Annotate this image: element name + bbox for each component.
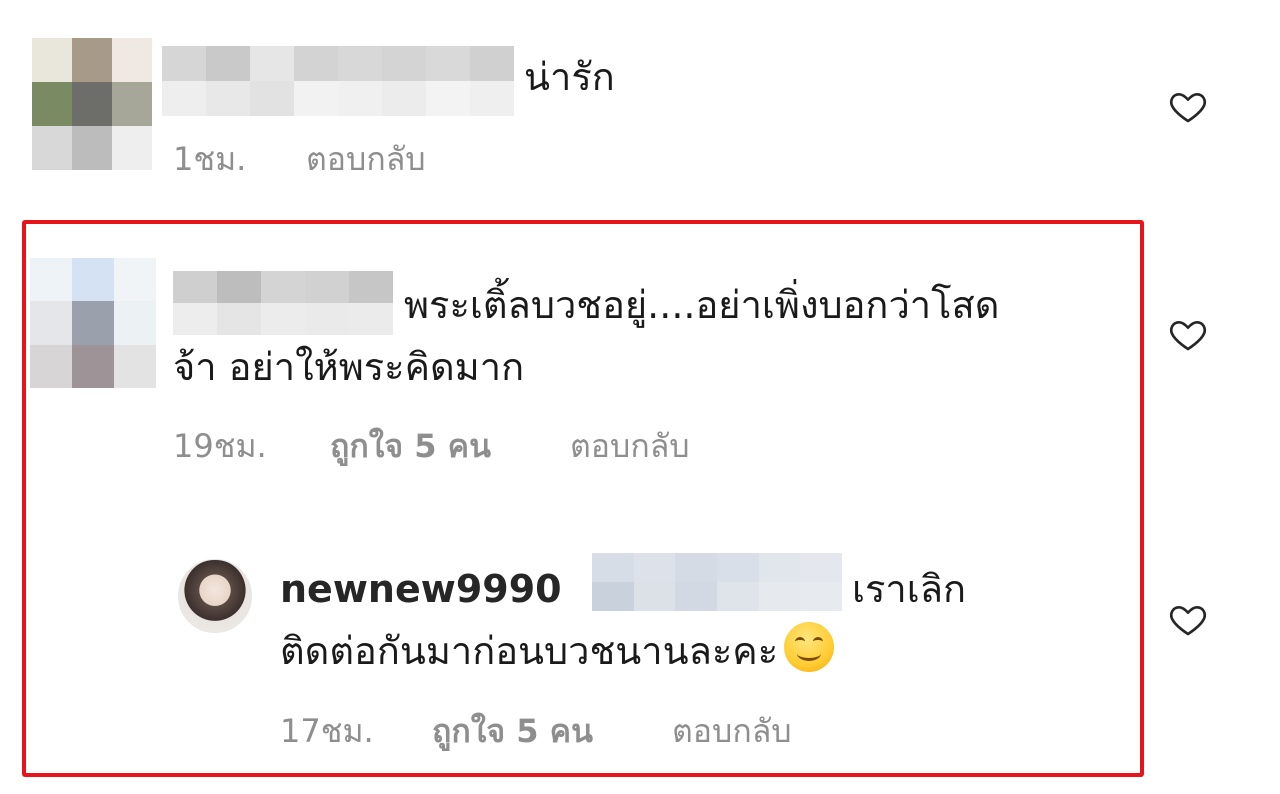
reply-timestamp: 17ชม. [280, 712, 374, 750]
heart-icon[interactable] [1168, 314, 1208, 354]
reply-text-line2: ติดต่อกันมาก่อนบวชนานละคะ [280, 620, 835, 682]
reply-text-line1: เราเลิก [852, 567, 967, 611]
comment-text-line1: พระเติ้ลบวชอยู่....อย่าเพิ่งบอกว่าโสด [404, 283, 1000, 327]
comment-timestamp: 1ชม. [173, 140, 247, 178]
reply-button[interactable]: ตอบกลับ [672, 706, 792, 757]
smiling-face-emoji-icon [784, 622, 835, 672]
avatar-blurred[interactable] [30, 258, 156, 388]
username-blurred[interactable] [173, 271, 393, 335]
likes-count[interactable]: ถูกใจ 5 คน [432, 706, 593, 757]
likes-count[interactable]: ถูกใจ 5 คน [330, 421, 491, 472]
reply-button[interactable]: ตอบกลับ [570, 421, 690, 472]
avatar[interactable] [178, 559, 252, 633]
avatar-blurred[interactable] [32, 38, 152, 170]
mention-blurred[interactable] [592, 553, 842, 611]
username-blurred[interactable] [162, 46, 514, 116]
heart-icon[interactable] [1168, 599, 1208, 639]
reply-text-line2-content: ติดต่อกันมาก่อนบวชนานละคะ [280, 629, 779, 673]
comment-timestamp: 19ชม. [173, 427, 267, 465]
reply-button[interactable]: ตอบกลับ [306, 134, 426, 185]
comment-text: น่ารัก [524, 55, 615, 99]
comment-text-line2: จ้า อย่าให้พระคิดมาก [173, 345, 525, 389]
heart-icon[interactable] [1168, 86, 1208, 126]
reply-username[interactable]: newnew9990 [280, 558, 562, 620]
